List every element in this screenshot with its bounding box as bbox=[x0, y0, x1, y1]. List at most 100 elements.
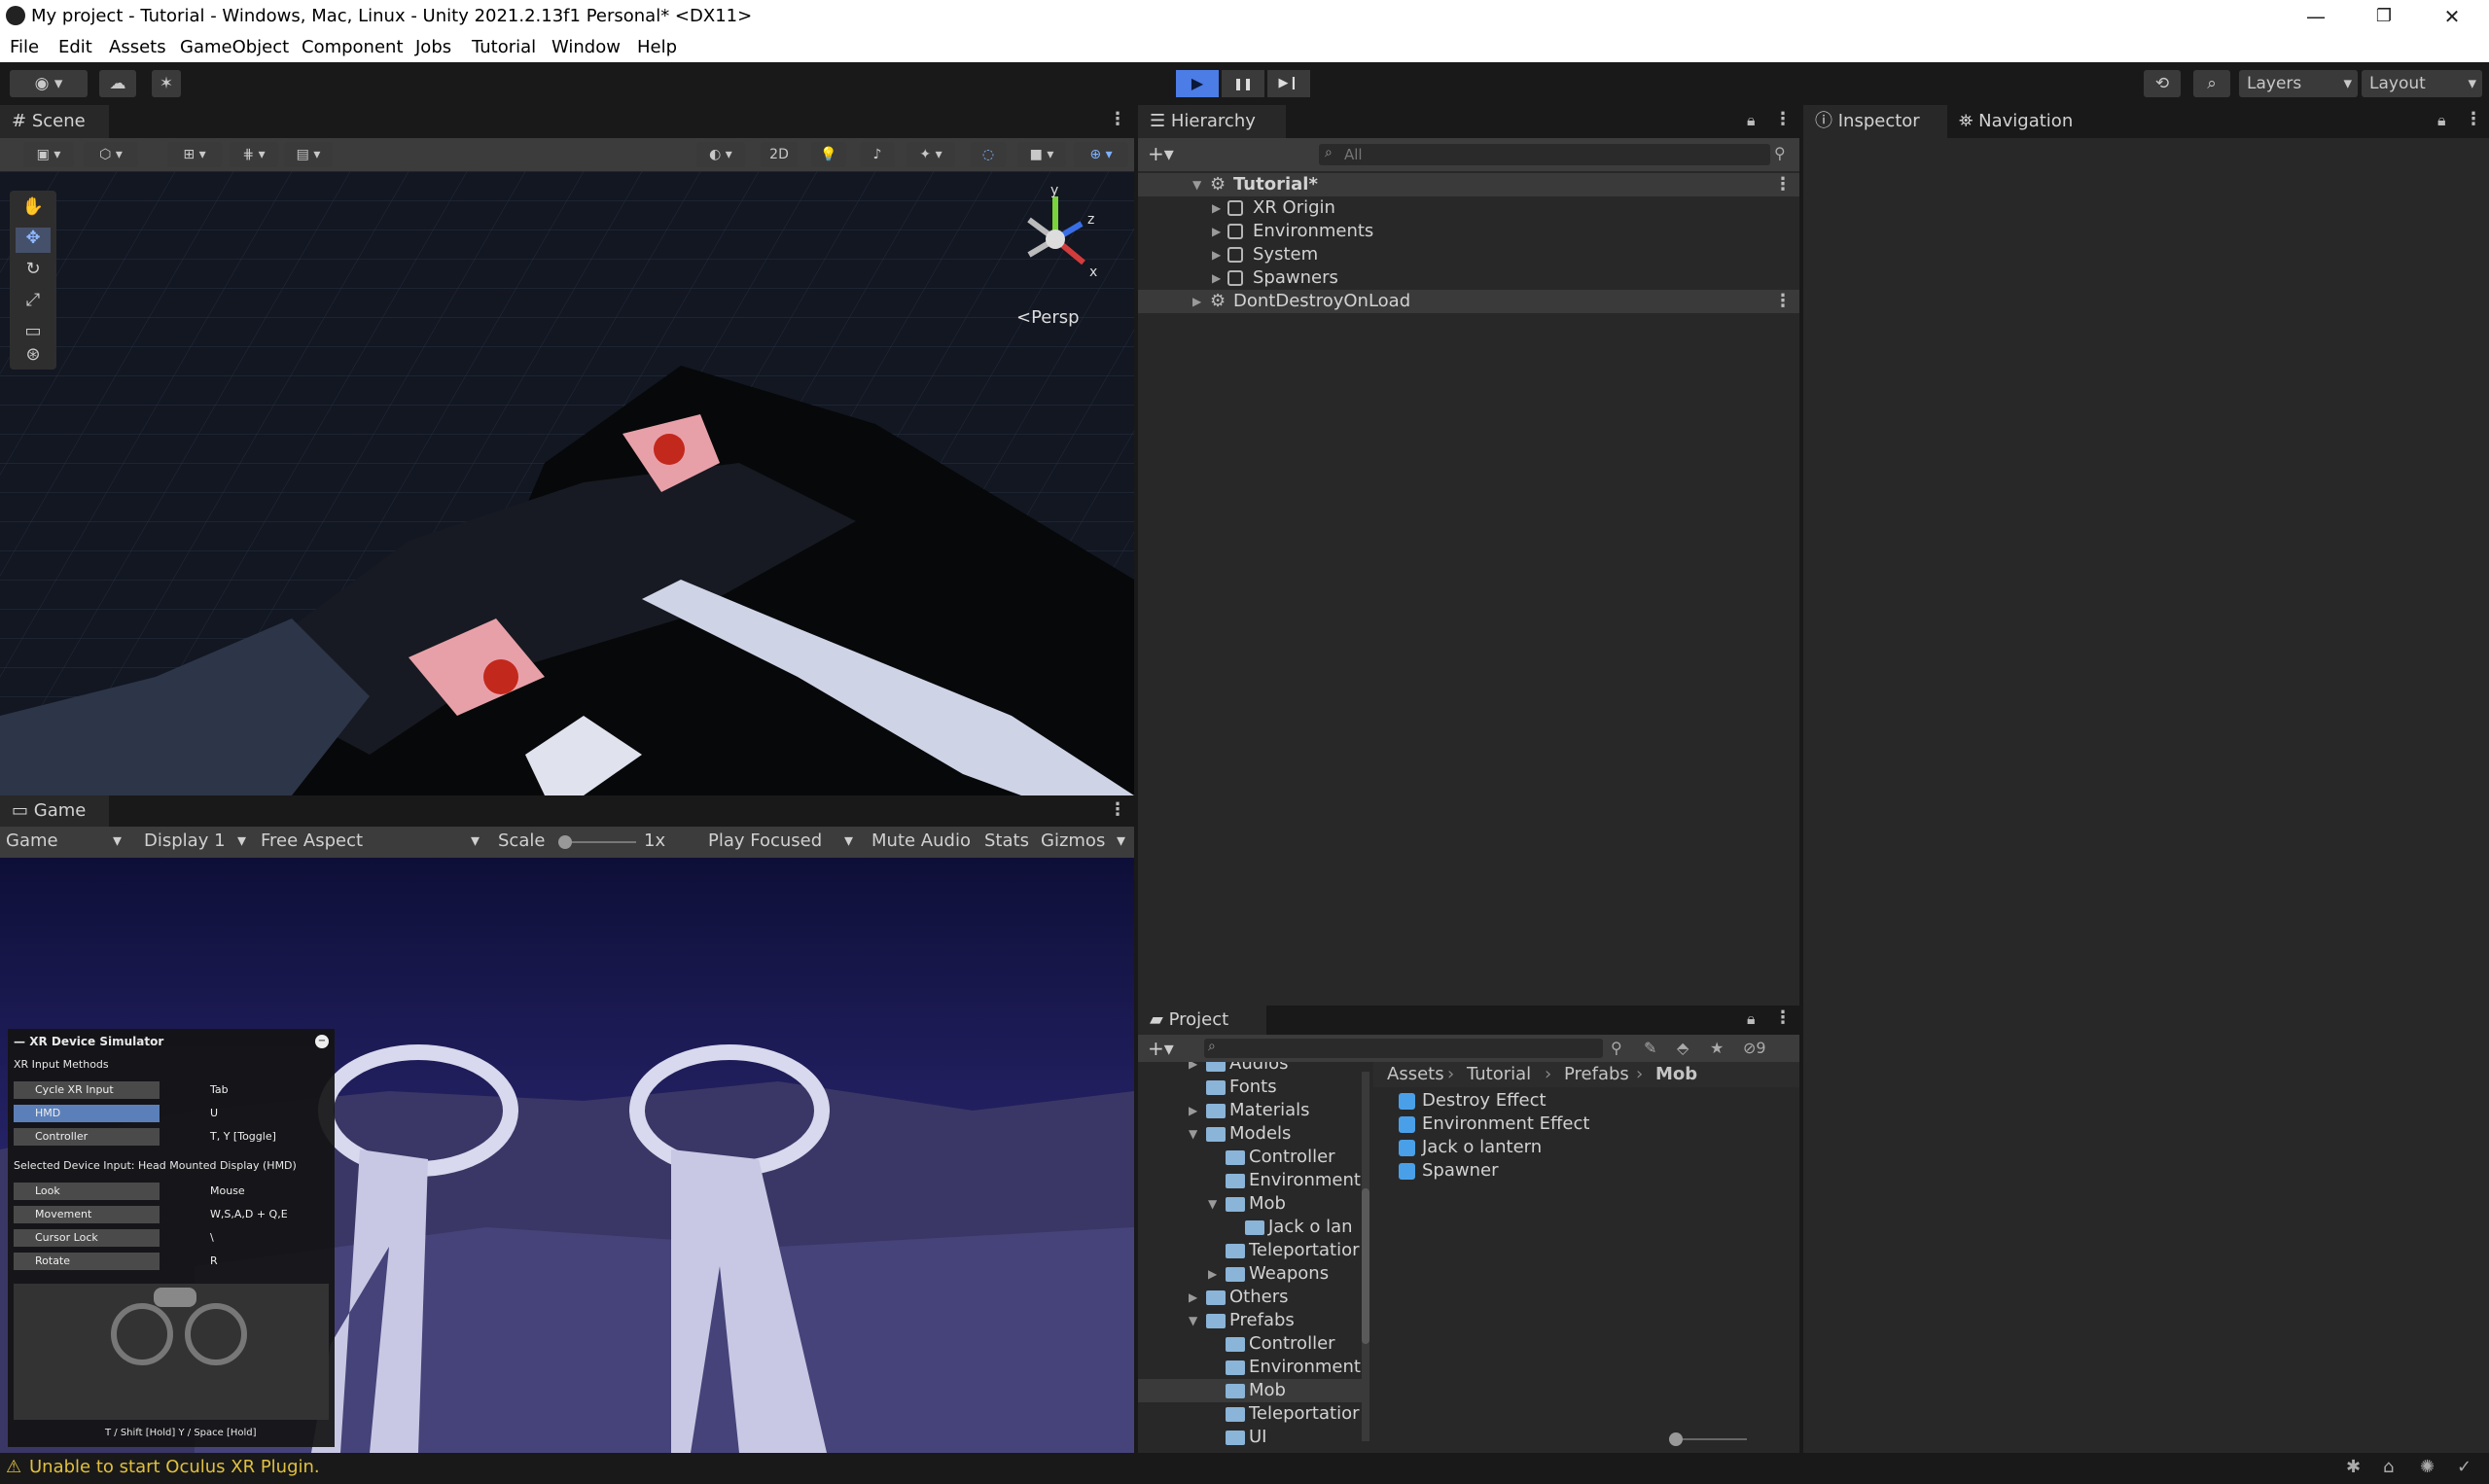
gizmos-toggle[interactable]: Gizmos bbox=[1041, 830, 1105, 851]
rotate-button[interactable]: Rotate bbox=[14, 1253, 160, 1270]
audio-toggle-icon[interactable]: ♪ bbox=[860, 142, 895, 167]
move-tool-icon[interactable]: ✥ bbox=[16, 228, 51, 253]
increment-snap-dropdown[interactable]: ⋕ ▾ bbox=[230, 142, 278, 167]
more-options-icon[interactable]: ⋮ bbox=[1109, 799, 1126, 820]
mode-2d-toggle[interactable]: 2D bbox=[761, 142, 798, 167]
rotate-tool-icon[interactable]: ↻ bbox=[16, 259, 51, 284]
cloud-icon[interactable]: ☁ bbox=[99, 70, 136, 97]
collapse-icon[interactable]: ▶ bbox=[1212, 266, 1221, 290]
layout-dropdown[interactable]: Layout ▾ bbox=[2362, 70, 2482, 97]
lock-icon[interactable]: 🔒︎ bbox=[1747, 111, 1756, 130]
collapse-icon[interactable]: ▶ bbox=[1189, 1286, 1197, 1309]
tab-project[interactable]: ▰ Project bbox=[1138, 1006, 1266, 1035]
favorite-icon[interactable]: ★ bbox=[1710, 1039, 1724, 1057]
tab-hierarchy[interactable]: ☰ Hierarchy bbox=[1138, 105, 1286, 138]
breadcrumb-assets[interactable]: Assets bbox=[1387, 1062, 1444, 1087]
tree-scrollbar[interactable] bbox=[1362, 1072, 1369, 1441]
tree-item-system[interactable]: ▶ System bbox=[1138, 243, 1819, 266]
gizmos-dropdown[interactable]: ⊕ ▾ bbox=[1074, 142, 1128, 167]
scale-tool-icon[interactable]: ⤢ bbox=[16, 290, 51, 315]
account-button[interactable]: ◉ ▾ bbox=[10, 70, 88, 97]
more-options-icon[interactable]: ⋮ bbox=[1774, 109, 1792, 129]
scale-slider-handle[interactable] bbox=[558, 835, 572, 849]
minimize-button[interactable]: — bbox=[2282, 0, 2350, 33]
draw-mode-dropdown[interactable]: ▣ ▾ bbox=[23, 142, 74, 167]
pause-button[interactable]: ❚❚ bbox=[1222, 70, 1264, 97]
check-icon[interactable]: ✓ bbox=[2457, 1457, 2471, 1477]
breadcrumb-mob[interactable]: Mob bbox=[1655, 1062, 1697, 1087]
tree-item-tutorial-scene[interactable]: ▼ ⚙ Tutorial* ⋮ bbox=[1138, 173, 1799, 196]
history-icon[interactable]: ⟲ bbox=[2144, 70, 2181, 97]
tree-scrollbar-thumb[interactable] bbox=[1362, 1188, 1369, 1344]
maximize-button[interactable]: ❐ bbox=[2350, 0, 2418, 33]
close-button[interactable]: ✕ bbox=[2418, 0, 2486, 33]
layers-dropdown[interactable]: Layers ▾ bbox=[2239, 70, 2358, 97]
align-dropdown[interactable]: ▤ ▾ bbox=[284, 142, 333, 167]
tab-navigation[interactable]: ⛯ Navigation bbox=[1947, 105, 2095, 138]
hierarchy-search-input[interactable] bbox=[1342, 144, 1731, 165]
menu-window[interactable]: Window bbox=[551, 37, 621, 57]
controller-button[interactable]: Controller bbox=[14, 1128, 160, 1146]
project-search-input[interactable]: ⌕ bbox=[1204, 1039, 1603, 1058]
tree-item-xr-origin[interactable]: ▶ XR Origin bbox=[1138, 196, 1819, 220]
more-options-icon[interactable]: ⋮ bbox=[1774, 1007, 1792, 1028]
collapse-icon[interactable]: ▶ bbox=[1192, 290, 1201, 313]
debug-icon[interactable]: ✱ bbox=[2346, 1457, 2361, 1477]
folder-prefabs-mob-selected[interactable]: Mob bbox=[1138, 1379, 1364, 1402]
more-options-icon[interactable]: ⋮ bbox=[1109, 109, 1126, 129]
step-button[interactable]: ▶❙ bbox=[1267, 70, 1310, 97]
menu-assets[interactable]: Assets bbox=[109, 37, 166, 57]
asset-spawner[interactable]: Spawner bbox=[1373, 1159, 1792, 1183]
asset-destroy-effect[interactable]: Destroy Effect bbox=[1373, 1089, 1792, 1113]
collapse-icon[interactable]: ▶ bbox=[1212, 220, 1221, 243]
collapse-icon[interactable]: ▶ bbox=[1212, 243, 1221, 266]
minimize-icon[interactable]: − bbox=[315, 1035, 329, 1048]
add-icon[interactable]: +▾ bbox=[1148, 142, 1174, 165]
collapse-icon[interactable]: ▶ bbox=[1189, 1099, 1197, 1122]
rect-tool-icon[interactable]: ▭ bbox=[16, 321, 51, 346]
breadcrumb-tutorial[interactable]: Tutorial bbox=[1467, 1062, 1531, 1087]
collapse-icon[interactable]: ▶ bbox=[1189, 1062, 1197, 1076]
tree-item-dontdestroyonload-scene[interactable]: ▶ ⚙ DontDestroyOnLoad ⋮ bbox=[1138, 290, 1799, 313]
hierarchy-search[interactable]: ⌕ bbox=[1319, 144, 1770, 165]
aspect-select[interactable]: Free Aspect bbox=[261, 830, 363, 851]
tab-game[interactable]: ▭ Game bbox=[0, 795, 109, 827]
cursor-lock-button[interactable]: Cursor Lock bbox=[14, 1229, 160, 1247]
search-settings-icon[interactable]: ⚲ bbox=[1774, 144, 1786, 162]
breadcrumb-prefabs[interactable]: Prefabs bbox=[1564, 1062, 1629, 1087]
game-view-select[interactable]: Game bbox=[6, 830, 58, 851]
search-icon[interactable]: ⌕ bbox=[2193, 70, 2230, 97]
collapse-icon[interactable]: ▶ bbox=[1212, 196, 1221, 220]
movement-button[interactable]: Movement bbox=[14, 1206, 160, 1223]
look-button[interactable]: Look bbox=[14, 1183, 160, 1200]
asset-jack-o-lantern[interactable]: Jack o lantern bbox=[1373, 1136, 1792, 1159]
tree-item-spawners[interactable]: ▶ Spawners bbox=[1138, 266, 1819, 290]
persp-label[interactable]: <Persp bbox=[1016, 307, 1080, 328]
cycle-xr-input-button[interactable]: Cycle XR Input bbox=[14, 1081, 160, 1099]
status-message[interactable]: Unable to start Oculus XR Plugin. bbox=[29, 1457, 320, 1477]
lighting-toggle-icon[interactable]: 💡 bbox=[811, 142, 846, 167]
menu-jobs[interactable]: Jobs bbox=[415, 37, 451, 57]
tree-item-environments[interactable]: ▶ Environments bbox=[1138, 220, 1819, 243]
shading-dropdown[interactable]: ◐ ▾ bbox=[696, 142, 745, 167]
menu-gameobject[interactable]: GameObject bbox=[180, 37, 289, 57]
lock-icon[interactable]: 🔒︎ bbox=[2437, 111, 2446, 130]
auto-generate-lighting-icon[interactable]: ✺ bbox=[2420, 1457, 2435, 1477]
hand-tool-icon[interactable]: ✋ bbox=[16, 196, 51, 222]
menu-component[interactable]: Component bbox=[302, 37, 404, 57]
menu-edit[interactable]: Edit bbox=[58, 37, 92, 57]
grid-snap-dropdown[interactable]: ⊞ ▾ bbox=[167, 142, 222, 167]
hidden-packages-icon[interactable]: ⊘9 bbox=[1743, 1039, 1766, 1057]
expand-icon[interactable]: ▼ bbox=[1192, 173, 1201, 196]
expand-icon[interactable]: ▼ bbox=[1189, 1122, 1197, 1146]
more-options-icon[interactable]: ⋮ bbox=[1774, 290, 1792, 313]
hmd-button[interactable]: HMD bbox=[14, 1105, 160, 1122]
menu-file[interactable]: File bbox=[10, 37, 39, 57]
play-button[interactable]: ▶ bbox=[1176, 70, 1219, 97]
more-options-icon[interactable]: ⋮ bbox=[2465, 109, 2482, 129]
effects-dropdown[interactable]: ✦ ▾ bbox=[907, 142, 955, 167]
visibility-toggle-icon[interactable]: ◌ bbox=[971, 142, 1006, 167]
add-icon[interactable]: +▾ bbox=[1148, 1037, 1174, 1060]
transform-tool-icon[interactable]: ⊛ bbox=[16, 344, 51, 370]
menu-tutorial[interactable]: Tutorial bbox=[472, 37, 536, 57]
